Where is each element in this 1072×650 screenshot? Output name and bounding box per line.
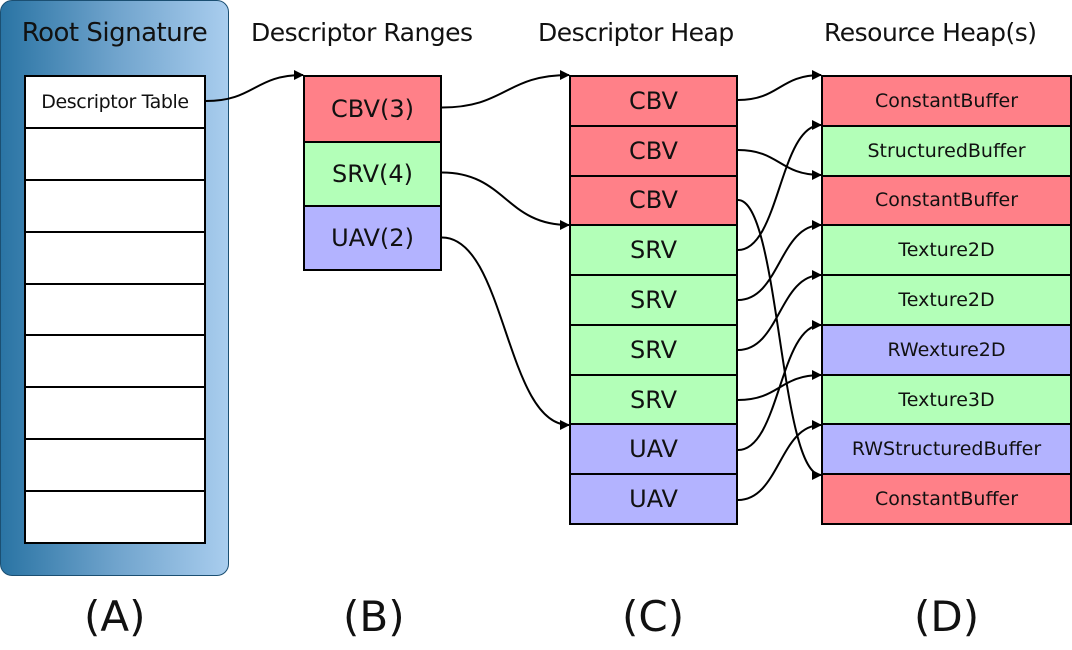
resource: ConstantBuffer [823,77,1070,125]
arrow-heap-to-resource [737,420,822,501]
root-signature-table: Descriptor Table [24,75,206,544]
descriptor-range: SRV(4) [305,140,440,205]
root-signature-entry [26,438,204,490]
section-label-a: (A) [84,592,146,641]
root-signature-entry [26,282,204,335]
root-signature-entry [26,126,204,179]
descriptor-heap-slot: CBV [571,174,736,225]
root-signature-entry [26,334,204,386]
resource: RWStructuredBuffer [823,423,1070,474]
resource-heap: ConstantBuffer StructuredBuffer ConstantBu… [821,75,1072,525]
root-signature-entry [26,386,204,438]
arrow-heap-to-resource [737,120,822,251]
root-signature-entry [26,230,204,283]
resource: StructuredBuffer [823,124,1070,175]
descriptor-range: UAV(2) [305,205,440,270]
root-signature-entry [26,178,204,231]
arrow-range-to-heap [441,70,570,109]
arrow-heap-to-resource [737,149,822,180]
section-label-c: (C) [622,592,685,641]
descriptor-heap-slot: SRV [571,323,736,374]
resource: Texture2D [823,224,1070,275]
resource: Texture2D [823,274,1070,324]
descriptor-heap-slot: SRV [571,373,736,424]
descriptor-heap: CBV CBV CBV SRV SRV SRV SRV UAV UAV [569,75,738,525]
descriptor-heap-heading: Descriptor Heap [538,18,734,47]
arrow-heap-to-resource [737,199,822,480]
resource: Texture3D [823,373,1070,424]
descriptor-heap-slot: UAV [571,423,736,474]
descriptor-range: CBV(3) [305,77,440,141]
resource: ConstantBuffer [823,174,1070,225]
root-signature-entry: Descriptor Table [41,90,189,113]
descriptor-ranges-heading: Descriptor Ranges [251,18,473,47]
arrow-heap-to-resource [737,370,822,401]
arrow-heap-to-resource [737,70,822,101]
section-label-b: (B) [343,592,405,641]
resource: RWexture2D [823,323,1070,374]
descriptor-heap-slot: SRV [571,274,736,324]
arrow-range-to-heap [441,236,570,430]
descriptor-heap-slot: UAV [571,473,736,524]
resource-heaps-heading: Resource Heap(s) [824,18,1037,47]
arrow-heap-to-resource [737,320,822,451]
descriptor-ranges: CBV(3) SRV(4) UAV(2) [303,75,442,271]
arrow-heap-to-resource [737,220,822,301]
arrow-heap-to-resource [737,270,822,351]
descriptor-heap-slot: SRV [571,224,736,275]
section-label-d: (D) [914,592,980,641]
resource: ConstantBuffer [823,473,1070,524]
root-signature-entry [26,490,204,542]
descriptor-heap-slot: CBV [571,77,736,125]
root-signature-heading: Root Signature [21,18,208,48]
arrow-range-to-heap [441,171,570,230]
descriptor-heap-slot: CBV [571,124,736,175]
